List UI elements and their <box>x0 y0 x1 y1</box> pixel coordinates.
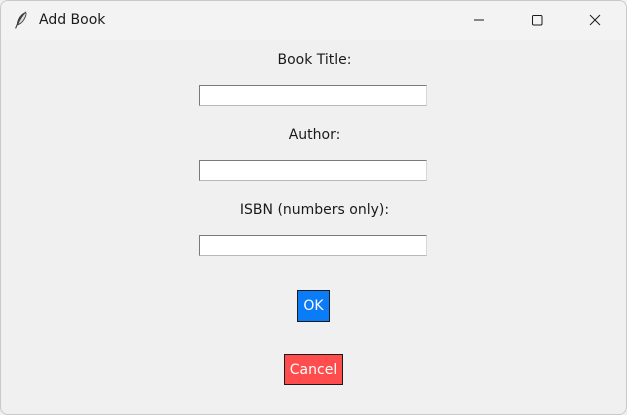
ok-button[interactable]: OK <box>297 290 330 322</box>
book-title-label: Book Title: <box>277 52 352 68</box>
title-bar[interactable]: Add Book <box>1 1 626 40</box>
isbn-input[interactable] <box>199 235 427 256</box>
maximize-icon <box>531 11 543 30</box>
author-label: Author: <box>288 127 341 143</box>
isbn-label: ISBN (numbers only): <box>239 202 390 218</box>
author-input[interactable] <box>199 160 427 181</box>
add-book-dialog: Add Book Book Title: Author: ISBN (numbe… <box>0 0 627 415</box>
minimize-icon <box>473 11 485 30</box>
feather-icon <box>11 10 31 30</box>
maximize-button[interactable] <box>514 1 560 40</box>
window-title: Add Book <box>39 12 106 28</box>
minimize-button[interactable] <box>456 1 502 40</box>
cancel-button[interactable]: Cancel <box>284 354 343 385</box>
close-icon <box>589 11 601 30</box>
close-button[interactable] <box>572 1 618 40</box>
book-title-input[interactable] <box>199 85 427 106</box>
